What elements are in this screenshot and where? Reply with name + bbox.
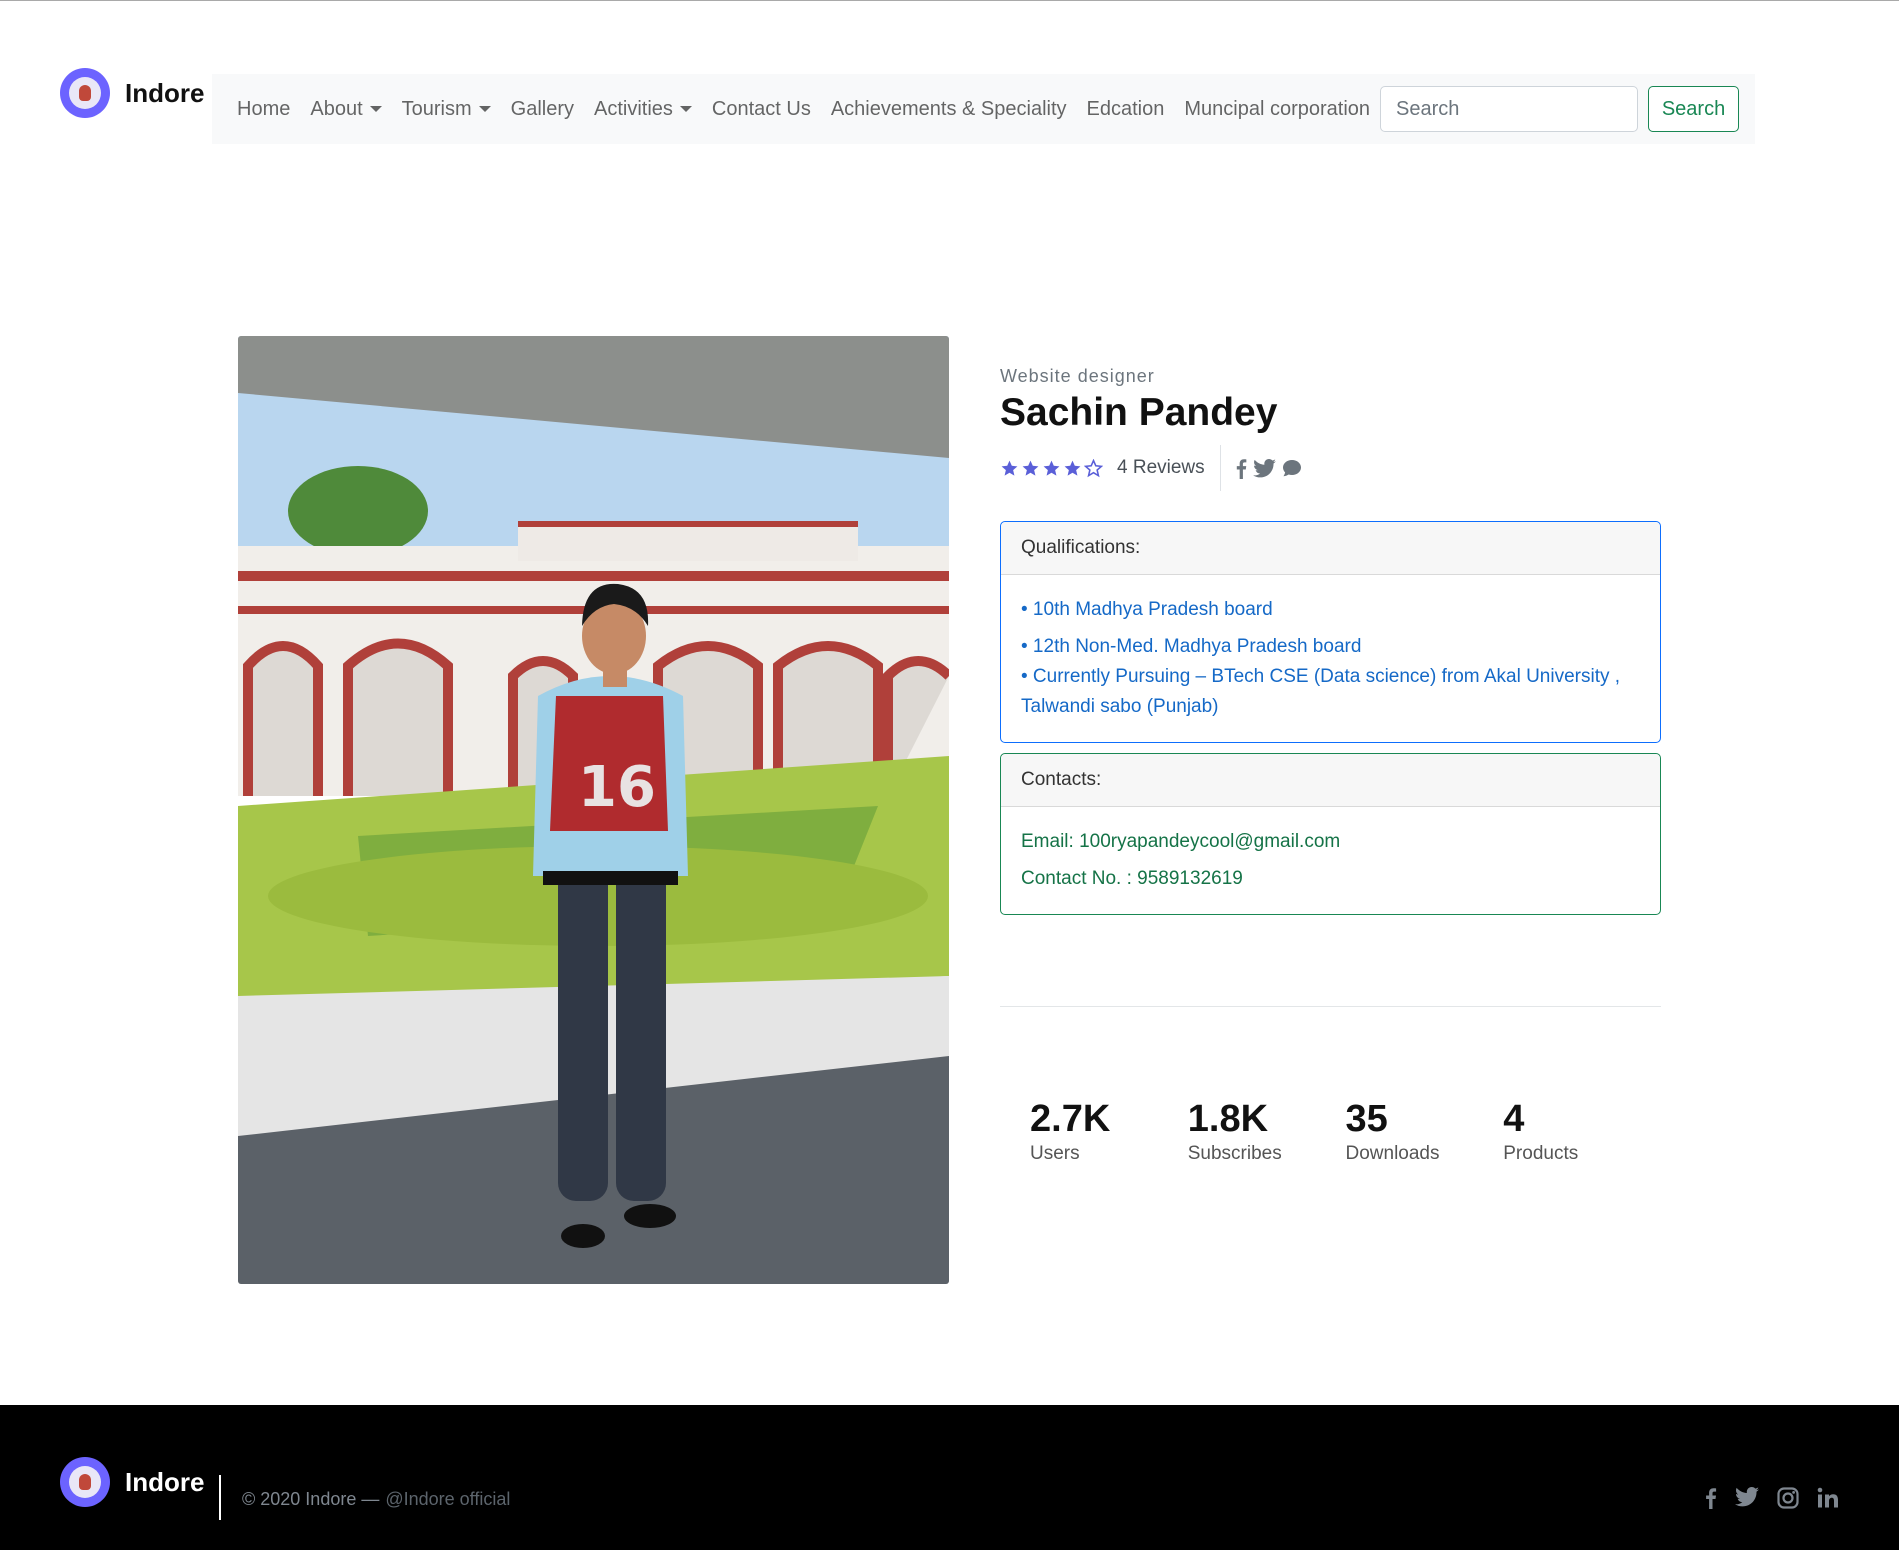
qualifications-body: • 10th Madhya Pradesh board • 12th Non-M… (1001, 575, 1660, 742)
stat-value: 2.7K (1030, 1098, 1111, 1140)
brand-name: Indore (125, 77, 205, 108)
top-border (0, 0, 1899, 1)
rating-row: 4 Reviews (1000, 445, 1661, 491)
navbar: Home About Tourism Gallery Activities Co… (212, 74, 1755, 144)
profile-social-links (1235, 458, 1302, 479)
chat-icon[interactable] (1282, 459, 1302, 478)
stat-products: 4 Products (1503, 1097, 1661, 1165)
stat-value: 35 (1345, 1098, 1388, 1140)
caret-down-icon (369, 106, 382, 112)
facebook-icon[interactable] (1235, 458, 1247, 479)
profile-role: Website designer (1000, 366, 1155, 386)
svg-text:16: 16 (578, 755, 656, 820)
nav-item-achievements[interactable]: Achievements & Speciality (831, 98, 1067, 121)
stat-users: 2.7K Users (1030, 1097, 1188, 1165)
search-input[interactable] (1380, 86, 1639, 132)
stat-label: Subscribes (1187, 1143, 1282, 1164)
contacts-card: Contacts: Email: 100ryapandeycool@gmail.… (1000, 753, 1661, 915)
linkedin-icon[interactable] (1817, 1487, 1839, 1509)
copyright-text: © 2020 Indore — (242, 1489, 380, 1509)
nav-item-education[interactable]: Edcation (1087, 98, 1165, 121)
stat-value: 1.8K (1187, 1098, 1269, 1140)
stats-row: 2.7K Users 1.8K Subscribes 35 Downloads … (1000, 1097, 1661, 1165)
nav-item-contact-us[interactable]: Contact Us (712, 98, 811, 121)
qualification-item: • 10th Madhya Pradesh board (1021, 599, 1273, 620)
contact-email[interactable]: Email: 100ryapandeycool@gmail.com (1021, 827, 1640, 857)
footer-brand[interactable]: Indore (60, 1457, 204, 1507)
stat-subscribes: 1.8K Subscribes (1188, 1097, 1346, 1165)
stat-value: 4 (1503, 1098, 1525, 1140)
nav-item-gallery[interactable]: Gallery (511, 98, 574, 121)
nav-item-about[interactable]: About (310, 98, 382, 121)
star-filled-icon (1064, 460, 1081, 476)
footer-divider (219, 1475, 221, 1520)
footer-copyright: © 2020 Indore — @Indore official (242, 1489, 510, 1510)
logo-icon (60, 1457, 110, 1507)
star-filled-icon (1022, 460, 1039, 476)
contact-phone[interactable]: Contact No. : 9589132619 (1021, 864, 1640, 894)
stat-downloads: 35 Downloads (1346, 1097, 1504, 1165)
logo-icon (60, 68, 110, 118)
caret-down-icon (478, 106, 491, 112)
profile-name: Sachin Pandey (1000, 391, 1278, 434)
star-filled-icon (1043, 460, 1060, 476)
twitter-icon[interactable] (1252, 458, 1276, 478)
profile-info: Website designer Sachin Pandey 4 Reviews… (1000, 366, 1661, 1165)
nav-item-municipal-corporation[interactable]: Muncipal corporation (1184, 98, 1370, 121)
star-filled-icon (1001, 460, 1018, 476)
reviews-count: 4 Reviews (1117, 457, 1205, 478)
search-button[interactable]: Search (1648, 86, 1740, 132)
divider (1219, 445, 1221, 491)
caret-down-icon (679, 106, 692, 112)
stat-label: Products (1503, 1143, 1579, 1164)
stat-label: Users (1030, 1143, 1080, 1164)
nav-item-home[interactable]: Home (237, 98, 290, 121)
brand-link[interactable]: Indore (60, 68, 204, 118)
section-divider (1000, 1006, 1661, 1007)
profile-photo: 16 (238, 336, 949, 1284)
footer-brand-name: Indore (125, 1466, 205, 1497)
qualification-item: • Currently Pursuing – BTech CSE (Data s… (1021, 666, 1621, 717)
footer: Indore © 2020 Indore — @Indore official (0, 1405, 1899, 1550)
qualifications-header: Qualifications: (1001, 522, 1660, 575)
contacts-body: Email: 100ryapandeycool@gmail.com Contac… (1001, 807, 1660, 914)
stat-label: Downloads (1345, 1143, 1440, 1164)
contacts-header: Contacts: (1001, 754, 1660, 807)
qualification-item: • 12th Non-Med. Madhya Pradesh board (1021, 636, 1362, 657)
star-rating (1000, 458, 1103, 478)
star-empty-icon (1084, 458, 1103, 477)
nav-item-activities[interactable]: Activities (594, 98, 692, 121)
qualifications-card: Qualifications: • 10th Madhya Pradesh bo… (1000, 521, 1661, 743)
footer-handle-link[interactable]: @Indore official (385, 1489, 510, 1509)
footer-social-links (1704, 1487, 1839, 1509)
facebook-icon[interactable] (1704, 1487, 1717, 1509)
nav-item-tourism[interactable]: Tourism (402, 98, 491, 121)
twitter-icon[interactable] (1735, 1487, 1759, 1509)
instagram-icon[interactable] (1777, 1487, 1799, 1509)
